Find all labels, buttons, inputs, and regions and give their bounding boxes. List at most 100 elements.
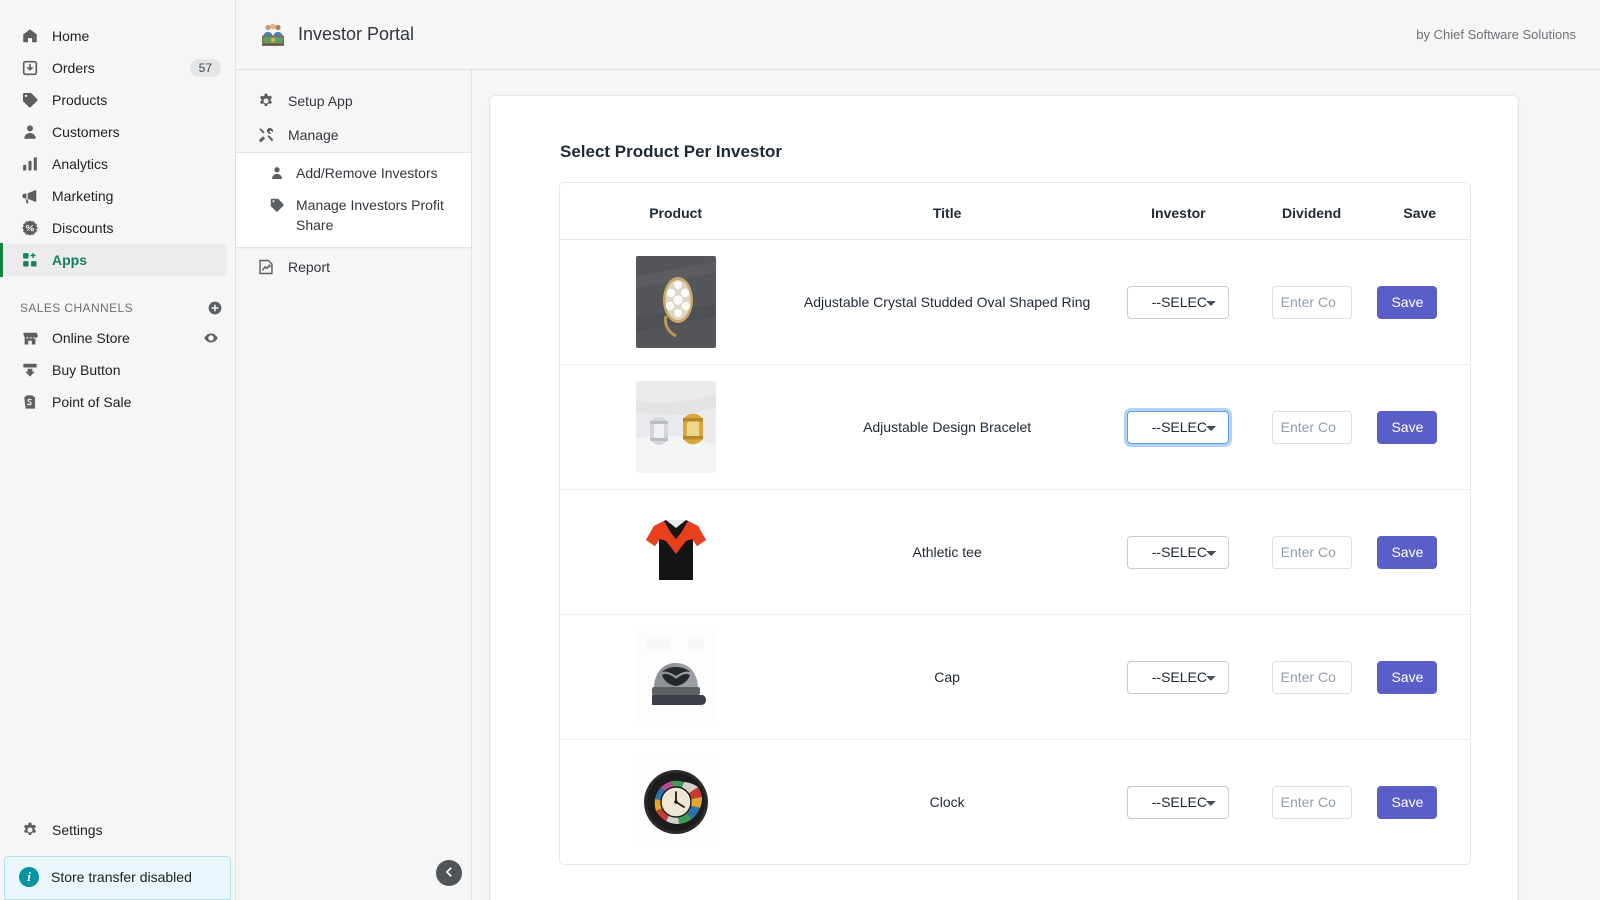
save-button-cell: Save: [1369, 365, 1470, 490]
app-nav-subitem-label: Add/Remove Investors: [296, 163, 438, 183]
sidebar-item-label: Online Store: [52, 331, 130, 345]
product-table-card: Product Title Investor Dividend Save Adj…: [559, 182, 1471, 865]
sidebar-item-customers[interactable]: Customers: [0, 116, 227, 148]
discounts-icon: [20, 218, 40, 238]
save-button[interactable]: Save: [1377, 286, 1437, 319]
dividend-input-cell: [1254, 365, 1370, 490]
eye-icon[interactable]: [203, 330, 219, 346]
point-of-sale-icon: [20, 392, 40, 412]
investor-select[interactable]: --SELEC: [1127, 661, 1229, 694]
sidebar-item-marketing[interactable]: Marketing: [0, 180, 227, 212]
dividend-input[interactable]: [1272, 786, 1352, 819]
save-button-cell: Save: [1369, 490, 1470, 615]
dividend-input[interactable]: [1272, 411, 1352, 444]
save-button[interactable]: Save: [1377, 536, 1437, 569]
product-title-cell: Adjustable Crystal Studded Oval Shaped R…: [791, 240, 1103, 365]
investor-select[interactable]: --SELEC: [1127, 286, 1229, 319]
sidebar-item-label: Point of Sale: [52, 395, 131, 409]
column-header-dividend: Dividend: [1254, 183, 1370, 240]
dividend-input[interactable]: [1272, 536, 1352, 569]
chevron-left-icon: [442, 865, 456, 882]
sidebar-nav: Home Orders 57 Products: [0, 0, 235, 418]
app-nav-item-label: Manage: [288, 127, 339, 143]
buy-button-icon: [20, 360, 40, 380]
app-nav-item-setup-app[interactable]: Setup App: [236, 84, 471, 118]
column-header-save: Save: [1369, 183, 1470, 240]
app-body: Setup App Manage: [236, 70, 1600, 900]
save-button-cell: Save: [1369, 740, 1470, 865]
analytics-icon: [20, 154, 40, 174]
sales-channels-header: SALES CHANNELS: [0, 290, 235, 322]
sidebar-item-home[interactable]: Home: [0, 20, 227, 52]
investor-select-cell: --SELEC: [1103, 490, 1254, 615]
product-thumbnail: [636, 506, 716, 598]
store-transfer-banner[interactable]: i Store transfer disabled: [4, 856, 231, 900]
dividend-input[interactable]: [1272, 286, 1352, 319]
product-thumbnail: [636, 256, 716, 348]
sidebar-item-orders[interactable]: Orders 57: [0, 52, 227, 84]
dividend-input-cell: [1254, 615, 1370, 740]
app-nav-subitem-manage-investors-profit-share[interactable]: Manage Investors Profit Share: [236, 189, 471, 241]
product-title-cell: Clock: [791, 740, 1103, 865]
save-button[interactable]: Save: [1377, 411, 1437, 444]
app-nav-item-label: Report: [288, 259, 330, 275]
investor-select[interactable]: --SELEC: [1127, 411, 1229, 444]
app-nav-subitem-add-remove-investors[interactable]: Add/Remove Investors: [236, 157, 471, 189]
save-button-cell: Save: [1369, 615, 1470, 740]
sidebar-item-buy-button[interactable]: Buy Button: [0, 354, 227, 386]
save-button[interactable]: Save: [1377, 786, 1437, 819]
product-title: Adjustable Crystal Studded Oval Shaped R…: [798, 294, 1096, 310]
product-title-cell: Adjustable Design Bracelet: [791, 365, 1103, 490]
sidebar-item-label: Products: [52, 93, 107, 107]
app-nav-item-label: Setup App: [288, 93, 353, 109]
table-row: Adjustable Crystal Studded Oval Shaped R…: [560, 240, 1470, 365]
plus-circle-icon[interactable]: [207, 300, 223, 316]
store-transfer-banner-label: Store transfer disabled: [51, 869, 192, 885]
product-thumbnail-cell: [560, 240, 791, 365]
sidebar-item-label: Customers: [52, 125, 120, 139]
table-row: Athletic tee --SELEC Save: [560, 490, 1470, 615]
product-title: Athletic tee: [906, 544, 987, 560]
sidebar-item-settings[interactable]: Settings: [0, 810, 235, 850]
product-thumbnail-cell: [560, 615, 791, 740]
app-nav-item-manage[interactable]: Manage: [236, 118, 471, 152]
sidebar-item-products[interactable]: Products: [0, 84, 227, 116]
product-thumbnail-cell: [560, 365, 791, 490]
store-icon: [20, 328, 40, 348]
sidebar-item-label: Analytics: [52, 157, 108, 171]
app-screen: Home Orders 57 Products: [0, 0, 1600, 900]
sidebar-item-label: Apps: [52, 253, 87, 267]
product-thumbnail: [636, 631, 716, 723]
nav-spacer: [0, 276, 235, 290]
orders-count-badge: 57: [190, 59, 221, 77]
dividend-input-cell: [1254, 490, 1370, 615]
product-title: Cap: [928, 669, 966, 685]
dividend-input-cell: [1254, 240, 1370, 365]
investor-select[interactable]: --SELEC: [1127, 786, 1229, 819]
sidebar-item-apps[interactable]: Apps: [0, 244, 227, 276]
sidebar-item-discounts[interactable]: Discounts: [0, 212, 227, 244]
home-icon: [20, 26, 40, 46]
sidebar-item-label: Home: [52, 29, 89, 43]
app-nav-item-report[interactable]: Report: [236, 250, 471, 284]
sidebar-item-point-of-sale[interactable]: Point of Sale: [0, 386, 227, 418]
investor-select-cell: --SELEC: [1103, 740, 1254, 865]
customers-icon: [20, 122, 40, 142]
sidebar-item-analytics[interactable]: Analytics: [0, 148, 227, 180]
table-head: Product Title Investor Dividend Save: [560, 183, 1470, 240]
save-button[interactable]: Save: [1377, 661, 1437, 694]
investor-select[interactable]: --SELEC: [1127, 536, 1229, 569]
app-title: Investor Portal: [298, 24, 414, 45]
orders-icon: [20, 58, 40, 78]
product-investor-table: Product Title Investor Dividend Save Adj…: [560, 183, 1470, 864]
product-thumbnail: [636, 381, 716, 473]
products-icon: [20, 90, 40, 110]
app-nav: Setup App Manage: [236, 70, 472, 900]
page-title: Select Product Per Investor: [490, 142, 1518, 182]
dividend-input[interactable]: [1272, 661, 1352, 694]
sidebar-collapse-button[interactable]: [436, 860, 462, 886]
sidebar-item-online-store[interactable]: Online Store: [0, 322, 227, 354]
table-body: Adjustable Crystal Studded Oval Shaped R…: [560, 240, 1470, 865]
investor-select-cell: --SELEC: [1103, 615, 1254, 740]
sidebar-item-label: Buy Button: [52, 363, 121, 377]
